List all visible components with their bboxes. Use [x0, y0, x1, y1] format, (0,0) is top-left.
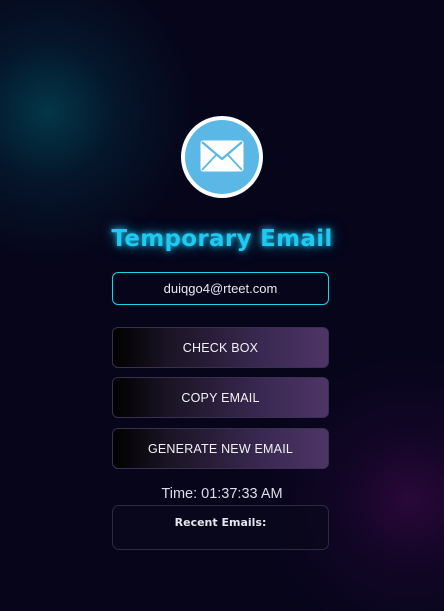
envelope-icon [200, 140, 244, 172]
time-display: Time: 01:37:33 AM [161, 486, 283, 502]
recent-emails-heading: Recent Emails: [174, 516, 267, 529]
app-logo [181, 116, 263, 198]
copy-email-button[interactable]: COPY EMAIL [112, 377, 329, 418]
check-box-button[interactable]: CHECK BOX [112, 327, 329, 368]
page-title: Temporary Email [111, 226, 333, 252]
logo-circle [185, 120, 259, 194]
generate-new-email-button[interactable]: GENERATE NEW EMAIL [112, 428, 329, 469]
recent-emails-panel: Recent Emails: [112, 505, 329, 550]
email-field[interactable] [112, 272, 329, 305]
